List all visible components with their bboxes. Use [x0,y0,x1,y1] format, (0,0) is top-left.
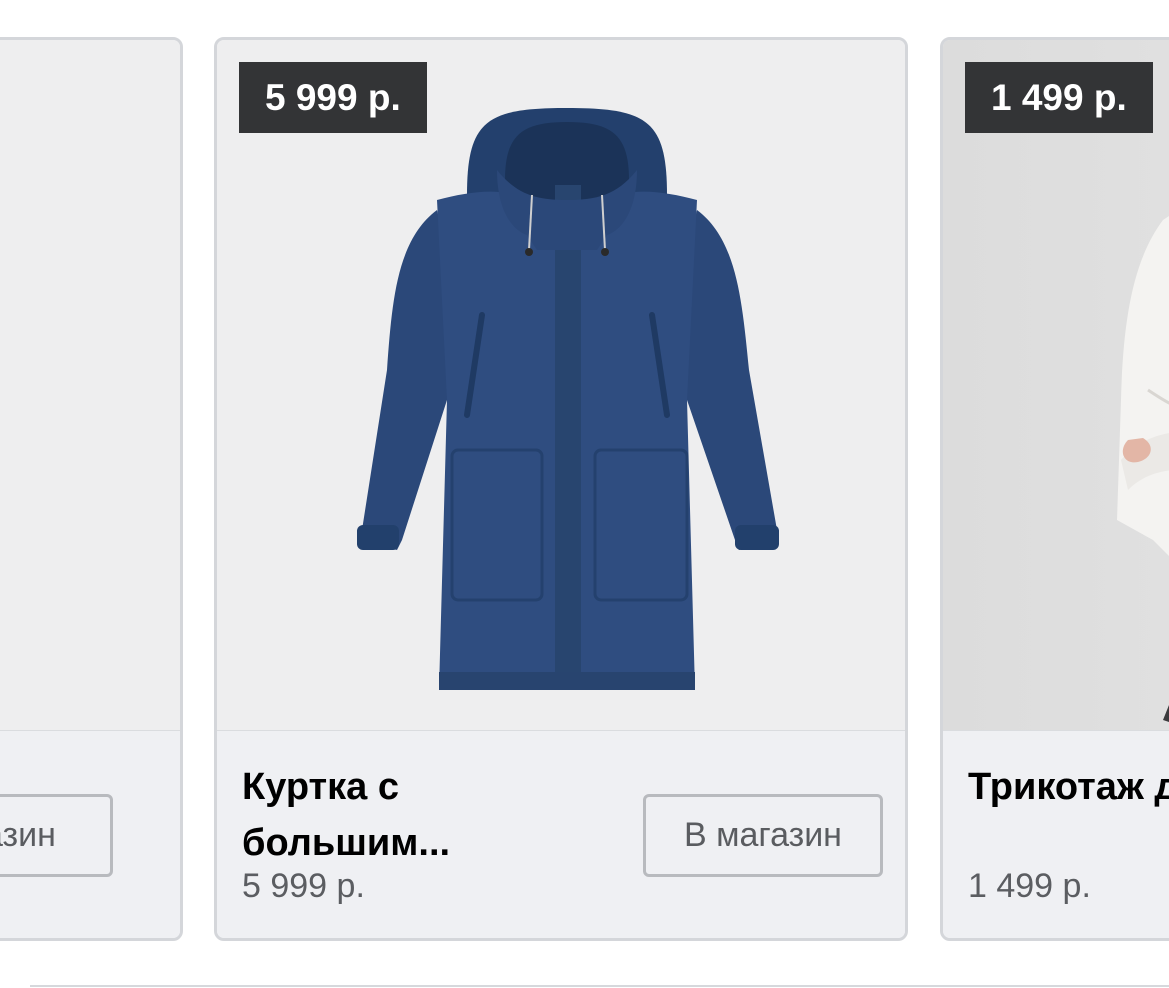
product-info: магазин [0,730,180,938]
product-title[interactable]: Куртка с большим... [242,759,542,871]
price-badge: 1 499 р. [965,62,1153,133]
shop-button[interactable]: магазин [0,794,113,877]
product-card-sweater[interactable]: 1 499 р. Трикотаж джемпер 1 499 р. [940,37,1169,941]
product-info: Трикотаж джемпер 1 499 р. [943,730,1169,938]
product-carousel: магазин [0,0,1169,988]
product-image[interactable]: 1 499 р. [943,40,1169,730]
price-badge: 5 999 р. [239,62,427,133]
product-price: 5 999 р. [242,867,365,905]
product-card-left[interactable]: магазин [0,37,183,941]
product-title[interactable]: Трикотаж джемпер [968,759,1169,815]
parka-image [357,108,779,690]
product-card-parka[interactable]: 5 999 р. Куртка с большим... 5 999 р. В … [214,37,908,941]
model-sweater-image [1117,216,1169,722]
product-image[interactable] [0,40,180,730]
divider [30,985,1169,987]
product-price: 1 499 р. [968,867,1091,905]
shop-button[interactable]: В магазин [643,794,883,877]
product-image[interactable]: 5 999 р. [217,40,905,730]
product-info: Куртка с большим... 5 999 р. В магазин [217,730,905,938]
